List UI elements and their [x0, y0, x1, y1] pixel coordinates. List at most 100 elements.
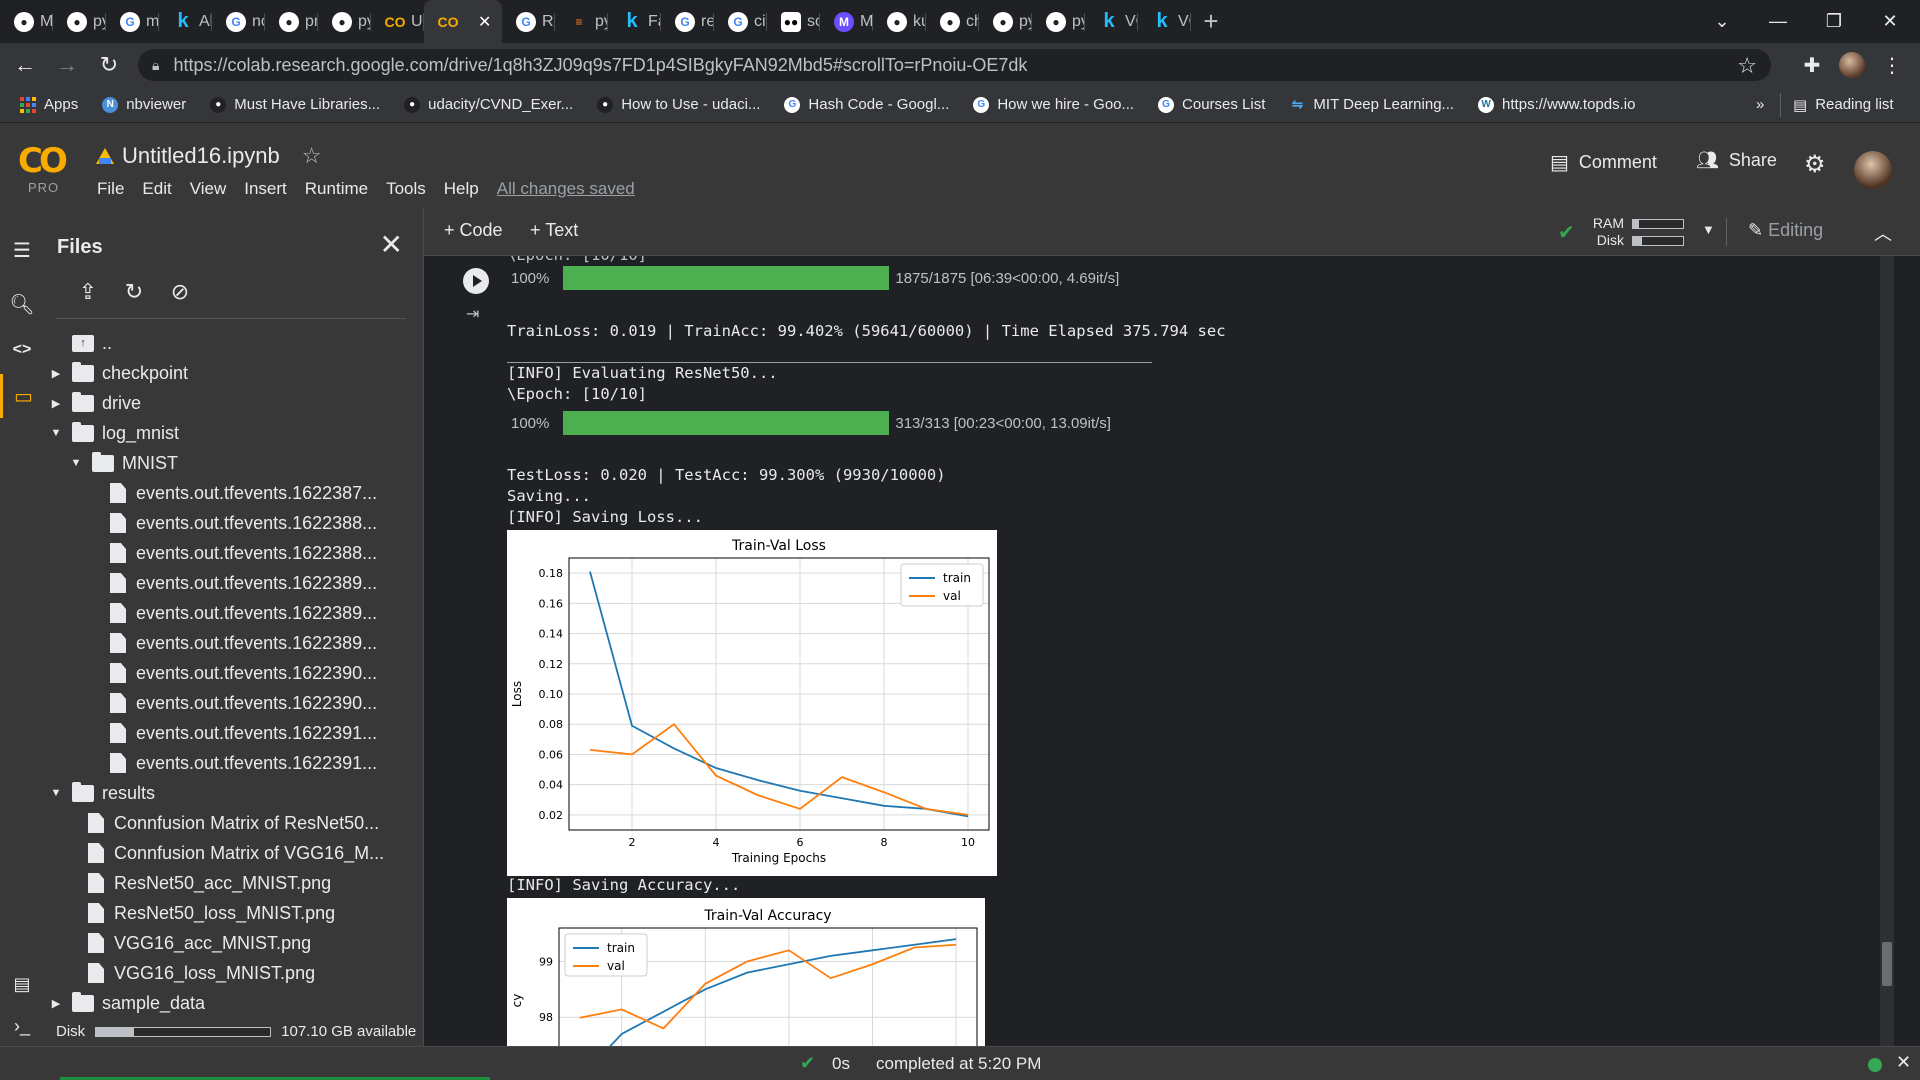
- file-item[interactable]: events.out.tfevents.1622387...: [44, 478, 424, 508]
- bookmark-item[interactable]: ● Must Have Libraries...: [198, 96, 392, 113]
- close-window-button[interactable]: ✕: [1862, 0, 1918, 43]
- notebook-title[interactable]: Untitled16.ipynb: [122, 143, 280, 169]
- restore-window-button[interactable]: ❐: [1806, 0, 1862, 43]
- files-folder-icon[interactable]: ▭: [0, 374, 44, 418]
- star-icon[interactable]: ☆: [302, 143, 322, 169]
- chevron-right-icon[interactable]: ▶: [46, 367, 66, 380]
- file-item[interactable]: events.out.tfevents.1622388...: [44, 508, 424, 538]
- chevron-right-icon[interactable]: ▶: [46, 397, 66, 410]
- file-item[interactable]: events.out.tfevents.1622389...: [44, 568, 424, 598]
- close-tab-icon[interactable]: ✕: [478, 12, 491, 32]
- browser-tab[interactable]: ≡ pyt: [555, 0, 608, 43]
- bookmark-item[interactable]: Apps: [0, 96, 90, 113]
- browser-tab[interactable]: k Fas: [608, 0, 661, 43]
- share-button[interactable]: 👥︎ Share: [1696, 150, 1777, 171]
- back-button[interactable]: ←: [8, 48, 42, 82]
- bookmark-item[interactable]: ⇋ MIT Deep Learning...: [1277, 96, 1466, 113]
- browser-tab[interactable]: ● kua: [873, 0, 926, 43]
- run-cell-button[interactable]: [463, 268, 489, 294]
- browser-tab[interactable]: ● pyt: [1032, 0, 1085, 43]
- file-item[interactable]: events.out.tfevents.1622389...: [44, 598, 424, 628]
- account-avatar[interactable]: [1854, 151, 1892, 189]
- editing-mode-button[interactable]: ✎ Editing: [1748, 220, 1823, 241]
- reading-list-button[interactable]: ▤ Reading list: [1780, 92, 1906, 117]
- browser-tab[interactable]: Gmn: [106, 0, 159, 43]
- file-item[interactable]: events.out.tfevents.1622390...: [44, 688, 424, 718]
- caret-down-icon[interactable]: ▼: [1702, 222, 1715, 237]
- file-item[interactable]: events.out.tfevents.1622390...: [44, 658, 424, 688]
- notebook-scrollbar[interactable]: [1880, 256, 1920, 1046]
- browser-tab[interactable]: ● pyt: [979, 0, 1032, 43]
- browser-tab[interactable]: Gnot: [212, 0, 265, 43]
- browser-tab[interactable]: G Rur: [502, 0, 555, 43]
- file-item[interactable]: ResNet50_acc_MNIST.png: [44, 868, 424, 898]
- browser-tab[interactable]: ● Ma: [0, 0, 53, 43]
- extensions-puzzle-icon[interactable]: ✚: [1796, 49, 1828, 81]
- close-status-icon[interactable]: ✕: [1896, 1052, 1911, 1073]
- google-drive-icon[interactable]: [96, 148, 114, 164]
- settings-gear-icon[interactable]: ⚙: [1804, 150, 1826, 179]
- new-tab-button[interactable]: +: [1191, 0, 1231, 43]
- upload-file-icon[interactable]: ⇪: [72, 276, 104, 308]
- bookmark-item[interactable]: Nnbviewer: [90, 96, 198, 113]
- chevron-down-icon[interactable]: ▼: [46, 427, 66, 439]
- comment-button[interactable]: ▤ Comment: [1550, 150, 1657, 175]
- unmount-drive-icon[interactable]: ⊘: [164, 276, 196, 308]
- save-status-link[interactable]: All changes saved: [488, 179, 644, 199]
- forward-button[interactable]: →: [50, 48, 84, 82]
- address-bar[interactable]: 🔒︎ https://colab.research.google.com/dri…: [138, 49, 1771, 81]
- close-icon[interactable]: ✕: [380, 228, 403, 261]
- browser-tab[interactable]: k VG: [1085, 0, 1138, 43]
- file-item[interactable]: events.out.tfevents.1622388...: [44, 538, 424, 568]
- chevron-down-icon[interactable]: ▼: [46, 787, 66, 799]
- browser-tab[interactable]: ● pro: [265, 0, 318, 43]
- browser-tab[interactable]: Gresi: [661, 0, 714, 43]
- folder-item[interactable]: ▶ sample_data: [44, 988, 424, 1018]
- chevron-down-icon[interactable]: ▼: [66, 457, 86, 469]
- terminal-icon[interactable]: ›_: [0, 1008, 44, 1044]
- bookmark-item[interactable]: ● How to Use - udaci...: [585, 96, 772, 113]
- scrollbar-thumb[interactable]: [1882, 942, 1892, 986]
- chrome-menu-icon[interactable]: ⋮: [1876, 49, 1908, 81]
- folder-item[interactable]: ▶ drive: [44, 388, 424, 418]
- folder-item[interactable]: ▶ checkpoint: [44, 358, 424, 388]
- code-snippets-icon[interactable]: <>: [0, 328, 44, 372]
- file-item[interactable]: events.out.tfevents.1622391...: [44, 718, 424, 748]
- bookmarks-overflow-button[interactable]: »: [1744, 96, 1776, 113]
- chevron-up-icon[interactable]: ︿: [1874, 220, 1892, 246]
- browser-tab[interactable]: ● pyt: [53, 0, 106, 43]
- bookmark-item[interactable]: G How we hire - Goo...: [961, 96, 1146, 113]
- file-item[interactable]: VGG16_loss_MNIST.png: [44, 958, 424, 988]
- folder-item[interactable]: ▼ MNIST: [44, 448, 424, 478]
- browser-tab[interactable]: CO ✕: [424, 0, 502, 43]
- menu-view[interactable]: View: [181, 179, 236, 199]
- file-item[interactable]: Connfusion Matrix of ResNet50...: [44, 808, 424, 838]
- browser-tab[interactable]: k VG: [1138, 0, 1191, 43]
- completed-text[interactable]: completed at 5:20 PM: [876, 1054, 1041, 1074]
- browser-tab[interactable]: M Mc: [820, 0, 873, 43]
- ram-disk-indicator[interactable]: ✔ RAM Disk ▼: [1556, 214, 1726, 250]
- menu-tools[interactable]: Tools: [377, 179, 435, 199]
- add-text-cell-button[interactable]: + Text: [530, 220, 578, 241]
- file-item[interactable]: Connfusion Matrix of VGG16_M...: [44, 838, 424, 868]
- refresh-folder-icon[interactable]: ↻: [118, 276, 150, 308]
- search-icon[interactable]: 🔍︎: [0, 282, 44, 326]
- bookmark-item[interactable]: Whttps://www.topds.io: [1466, 96, 1647, 113]
- parent-folder-item[interactable]: ↑..: [44, 328, 424, 358]
- bookmark-star-icon[interactable]: ☆: [1737, 53, 1757, 79]
- file-item[interactable]: VGG16_acc_MNIST.png: [44, 928, 424, 958]
- colab-logo[interactable]: CO: [18, 141, 68, 181]
- menu-help[interactable]: Help: [435, 179, 488, 199]
- bookmark-item[interactable]: G Courses List: [1146, 96, 1277, 113]
- browser-tab[interactable]: Gcifa: [714, 0, 767, 43]
- menu-edit[interactable]: Edit: [133, 179, 180, 199]
- browser-tab[interactable]: k Ale: [159, 0, 212, 43]
- menu-file[interactable]: File: [88, 179, 133, 199]
- folder-item[interactable]: ▼ results: [44, 778, 424, 808]
- output-actions-icon[interactable]: ⇥: [466, 304, 479, 324]
- tab-search-icon[interactable]: ⌄: [1694, 0, 1750, 43]
- command-palette-icon[interactable]: ▤: [0, 966, 44, 1002]
- menu-runtime[interactable]: Runtime: [296, 179, 377, 199]
- table-of-contents-icon[interactable]: ☰: [0, 228, 44, 272]
- file-item[interactable]: events.out.tfevents.1622391...: [44, 748, 424, 778]
